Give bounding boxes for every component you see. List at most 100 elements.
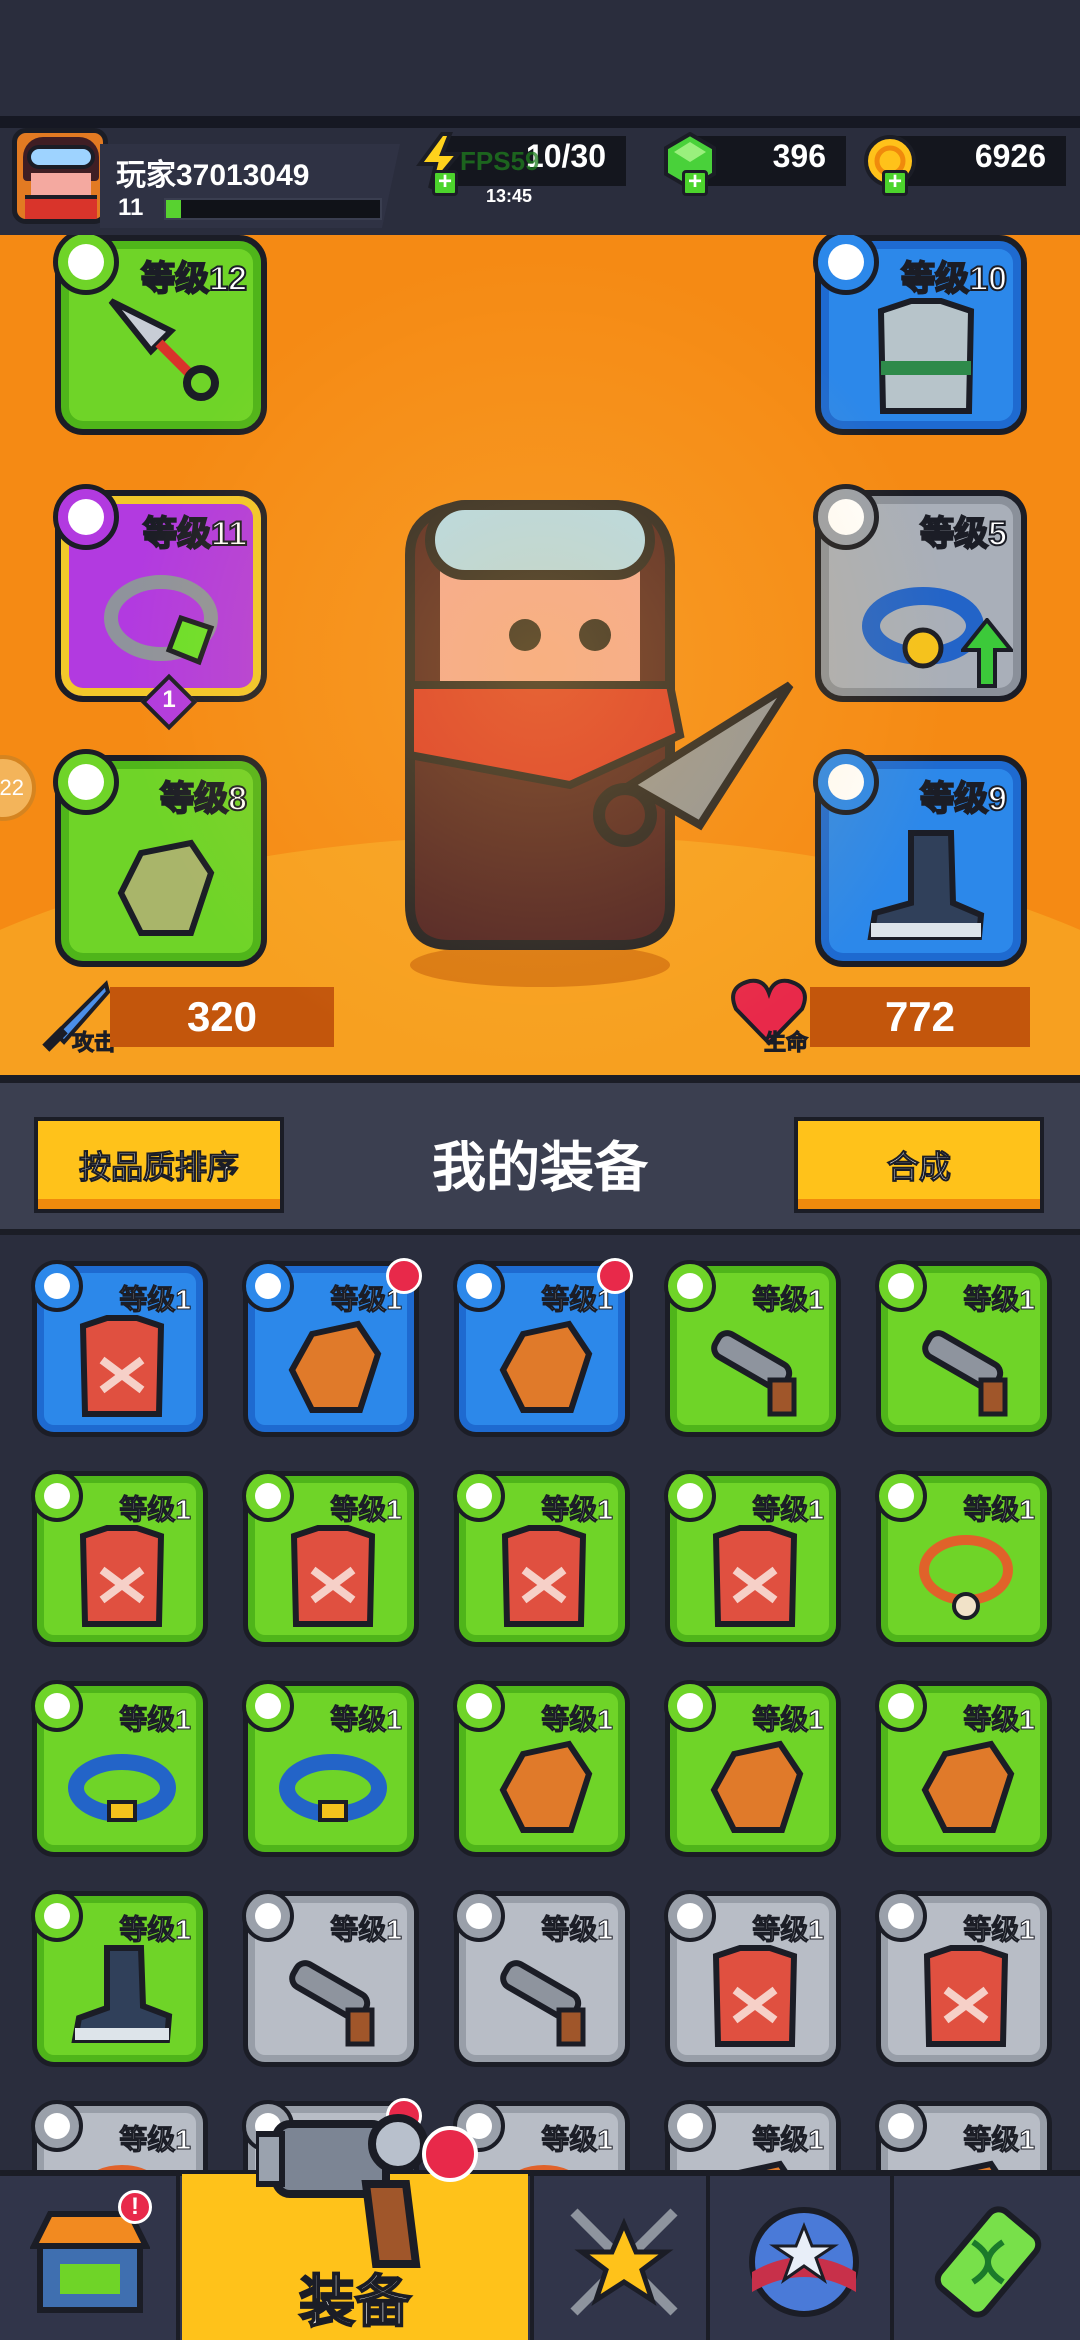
weapon-type-badge-icon xyxy=(664,1260,716,1312)
equipment-new-badge xyxy=(422,2126,478,2182)
slot-belt-level: 等级5 xyxy=(919,514,1008,554)
coin-counter[interactable]: + 6926 xyxy=(864,135,1066,196)
coin-value: 6926 xyxy=(974,138,1046,174)
necklace-star: 1 xyxy=(162,686,176,713)
necklace-icon xyxy=(919,1535,1013,1620)
heart-icon xyxy=(731,978,807,1046)
glove-badge-icon xyxy=(53,749,119,815)
belt-icon xyxy=(279,1754,387,1822)
player-name: 玩家37013049 xyxy=(116,159,310,192)
weapon-type-badge-icon xyxy=(453,1890,505,1942)
inventory-item[interactable]: 等级1 xyxy=(453,1680,630,1857)
nav-talent[interactable] xyxy=(714,2176,894,2340)
inventory-item[interactable]: 等级1 xyxy=(664,1890,841,2067)
belt-icon xyxy=(862,587,984,669)
armor-type-badge-icon xyxy=(242,1470,294,1522)
talent-icon xyxy=(749,2207,859,2317)
inventory-item[interactable]: 等级1 xyxy=(664,2100,841,2170)
weapon-badge-icon xyxy=(53,235,119,295)
slot-necklace[interactable]: 等级11 1 xyxy=(53,484,267,731)
glove-type-badge-icon xyxy=(664,1680,716,1732)
inventory-item[interactable]: 等级1 xyxy=(242,1470,419,1647)
belt-type-badge-icon xyxy=(31,1680,83,1732)
player-avatar[interactable] xyxy=(12,128,108,224)
nav-equipment-label: 装备 xyxy=(298,2269,412,2334)
kunai-icon xyxy=(108,298,219,401)
weapon-icon xyxy=(711,1330,797,1417)
glove-type-badge-icon xyxy=(875,1680,927,1732)
slot-boots[interactable]: 等级9 xyxy=(813,749,1027,967)
upgrade-arrow-icon xyxy=(961,618,1013,688)
energy-timer: 13:45 xyxy=(486,186,533,206)
side-chip[interactable]: 22 xyxy=(0,755,36,821)
slot-gloves[interactable]: 等级8 xyxy=(53,749,267,967)
player-level: 11 xyxy=(118,194,144,221)
add-coins-button[interactable]: + xyxy=(882,170,908,196)
boot-icon xyxy=(71,1945,173,2043)
glove-type-badge-icon xyxy=(875,2100,927,2152)
armor-icon xyxy=(290,1525,376,1627)
glove-icon xyxy=(499,1740,593,1833)
bottom-nav: ! 装备 xyxy=(0,2114,1080,2340)
inventory-item[interactable]: 等级1 xyxy=(875,1470,1052,1647)
inventory-item[interactable]: 等级1 xyxy=(31,1890,208,2067)
inventory-grid: 等级1 等级1 等级1 等级1 等级1 等级1 等级1 等级1 等级1 等级1 等级1 等级1 等级1 等… xyxy=(0,1235,1080,2170)
armor-type-badge-icon xyxy=(31,1260,83,1312)
new-item-badge xyxy=(386,1258,422,1294)
health-label: 生命 xyxy=(763,1030,809,1056)
dna-icon xyxy=(934,2206,1042,2318)
inventory-item[interactable]: 等级1 xyxy=(875,1260,1052,1437)
inventory-item[interactable]: 等级1 xyxy=(664,1470,841,1647)
inventory-item[interactable]: 等级1 xyxy=(31,1470,208,1647)
inventory-item[interactable]: 等级1 xyxy=(242,1680,419,1857)
belt-type-badge-icon xyxy=(242,1680,294,1732)
weapon-icon xyxy=(922,1330,1008,1417)
armor-type-badge-icon xyxy=(31,1470,83,1522)
boot-icon xyxy=(867,830,985,940)
player-header: 玩家37013049 11 + 10/30 FPS59 13:45 + 396 … xyxy=(0,116,1080,236)
armor-icon xyxy=(712,1945,798,2047)
slot-belt[interactable]: 等级5 xyxy=(813,484,1027,702)
game-screen: 玩家37013049 11 + 10/30 FPS59 13:45 + 396 … xyxy=(0,0,1080,2340)
necklace-icon xyxy=(104,575,218,666)
inventory-item[interactable]: 等级1 xyxy=(875,2100,1052,2170)
nav-equipment[interactable]: 装备 xyxy=(182,2114,528,2340)
inventory-item[interactable]: 等级1 xyxy=(453,1890,630,2067)
merge-button[interactable]: 合成 xyxy=(794,1117,1044,1213)
armor-icon xyxy=(79,1525,165,1627)
hero-area: 22 等级12 等级10 等级11 1 等级5 等级8 等级9 攻击 320 生… xyxy=(0,235,1080,1075)
inventory-item[interactable]: 等级1 xyxy=(664,1260,841,1437)
weapon-type-badge-icon xyxy=(875,1260,927,1312)
inventory-item[interactable]: 等级1 xyxy=(31,2100,208,2170)
slot-weapon-level: 等级12 xyxy=(140,259,248,299)
inventory-item[interactable]: 等级1 xyxy=(875,1890,1052,2067)
nav-battle[interactable] xyxy=(530,2176,710,2340)
hero-character xyxy=(405,500,794,987)
attack-stat: 320 xyxy=(110,987,334,1047)
inventory-item[interactable]: 等级1 xyxy=(242,1890,419,2067)
slot-boots-level: 等级9 xyxy=(919,779,1008,819)
gem-counter[interactable]: + 396 xyxy=(664,132,846,196)
glove-type-badge-icon xyxy=(453,1680,505,1732)
nav-evolution[interactable] xyxy=(898,2176,1078,2340)
armor-type-badge-icon xyxy=(875,1890,927,1942)
health-value: 772 xyxy=(884,993,956,1040)
nav-shop[interactable]: ! xyxy=(0,2176,180,2340)
glove-icon xyxy=(710,1740,804,1833)
inventory-item[interactable]: 等级1 xyxy=(31,1680,208,1857)
inventory-item[interactable]: 等级1 xyxy=(453,2100,630,2170)
slot-armor[interactable]: 等级10 xyxy=(813,235,1027,435)
weapon-icon xyxy=(500,1960,586,2047)
inventory-item[interactable]: 等级1 xyxy=(453,1470,630,1647)
weapon-icon xyxy=(289,1960,375,2047)
inventory-item[interactable]: 等级1 xyxy=(453,1258,633,1437)
inventory-item[interactable]: 等级1 xyxy=(875,1680,1052,1857)
inventory-item[interactable]: 等级1 xyxy=(664,1680,841,1857)
slot-weapon[interactable]: 等级12 xyxy=(53,235,267,435)
armor-icon xyxy=(923,1945,1009,2047)
add-energy-button[interactable]: + xyxy=(432,170,458,196)
inventory-item[interactable]: 等级1 xyxy=(31,1260,208,1437)
add-gems-button[interactable]: + xyxy=(682,170,708,196)
inventory-item[interactable]: 等级1 xyxy=(242,1258,422,1437)
glove-type-badge-icon xyxy=(242,1260,294,1312)
